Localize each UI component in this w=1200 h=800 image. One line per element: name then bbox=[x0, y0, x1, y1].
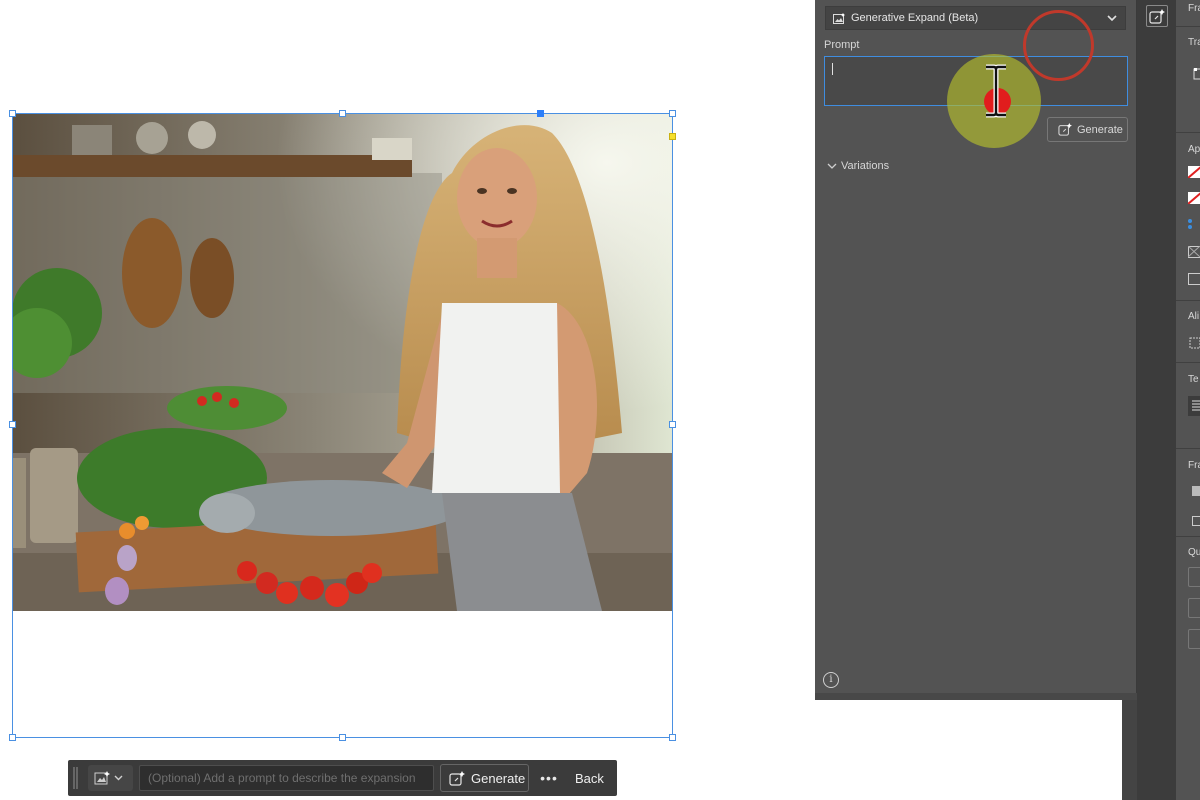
section-quick-actions: Qu bbox=[1188, 547, 1200, 558]
resize-handle-bottom-left[interactable] bbox=[9, 734, 16, 741]
quick-action-button[interactable] bbox=[1188, 567, 1200, 587]
stroke-style-icon[interactable] bbox=[1188, 218, 1200, 230]
resize-handle-bottom[interactable] bbox=[339, 734, 346, 741]
panel-dock-edge bbox=[1122, 700, 1137, 800]
text-caret bbox=[832, 63, 833, 75]
divider bbox=[1176, 132, 1200, 133]
back-button[interactable]: Back bbox=[575, 771, 604, 786]
text-wrap-icon[interactable] bbox=[1188, 396, 1200, 416]
divider bbox=[1176, 448, 1200, 449]
chevron-down-icon bbox=[114, 775, 123, 781]
section-frame: Fra bbox=[1188, 3, 1200, 14]
resize-handle-left[interactable] bbox=[9, 421, 16, 428]
reference-point-icon[interactable] bbox=[1188, 68, 1200, 80]
mode-select-value: Generative Expand (Beta) bbox=[851, 12, 979, 24]
mode-dropdown[interactable] bbox=[88, 765, 133, 791]
generative-expand-icon bbox=[94, 771, 110, 785]
fill-none-icon[interactable] bbox=[1188, 166, 1200, 178]
panel-resize-bar[interactable] bbox=[815, 693, 1137, 700]
generative-expand-icon bbox=[833, 12, 845, 24]
selection-frame[interactable] bbox=[12, 113, 673, 738]
resize-handle-bottom-right[interactable] bbox=[669, 734, 676, 741]
divider bbox=[1176, 300, 1200, 301]
section-transform: Tra bbox=[1188, 37, 1200, 48]
quick-action-button[interactable] bbox=[1188, 629, 1200, 649]
auto-fit-checkbox[interactable] bbox=[1188, 515, 1200, 527]
variations-label: Variations bbox=[841, 160, 890, 172]
corner-effects-handle[interactable] bbox=[669, 133, 676, 140]
align-icon[interactable] bbox=[1188, 337, 1200, 349]
effects-icon[interactable] bbox=[1188, 273, 1200, 285]
resize-handle-top-left[interactable] bbox=[9, 110, 16, 117]
section-frame-fitting: Fra bbox=[1188, 460, 1200, 471]
rotate-handle[interactable] bbox=[537, 110, 544, 117]
section-appearance: Ap bbox=[1188, 144, 1200, 155]
properties-panel: Fra Tra Ap Ali Te Fra Qu bbox=[1176, 0, 1200, 800]
variations-toggle[interactable]: Variations bbox=[827, 160, 889, 172]
divider bbox=[1176, 536, 1200, 537]
context-generate-label: Generate bbox=[471, 770, 526, 786]
opacity-icon[interactable] bbox=[1188, 246, 1200, 258]
resize-handle-top-right[interactable] bbox=[669, 110, 676, 117]
prompt-label: Prompt bbox=[824, 39, 860, 51]
divider bbox=[1176, 26, 1200, 27]
panel-generate-button[interactable]: Generate bbox=[1047, 117, 1128, 142]
click-indicator-ring bbox=[1023, 10, 1094, 81]
more-options-button[interactable]: ••• bbox=[539, 770, 559, 786]
expansion-prompt-input[interactable]: (Optional) Add a prompt to describe the … bbox=[139, 765, 434, 791]
divider bbox=[1176, 362, 1200, 363]
context-generate-button[interactable]: Generate bbox=[440, 764, 529, 792]
panel-generate-label: Generate bbox=[1077, 123, 1123, 136]
stroke-none-icon[interactable] bbox=[1188, 192, 1200, 204]
drag-grip-handle[interactable] bbox=[73, 767, 78, 789]
resize-handle-right[interactable] bbox=[669, 421, 676, 428]
fit-content-icon[interactable] bbox=[1188, 485, 1200, 497]
generative-panel-toggle-button[interactable] bbox=[1146, 5, 1168, 27]
contextual-task-bar: (Optional) Add a prompt to describe the … bbox=[68, 760, 617, 796]
chevron-down-icon bbox=[1107, 15, 1117, 22]
sparkle-generate-icon bbox=[1149, 8, 1165, 24]
panel-icon-strip bbox=[1137, 0, 1176, 800]
quick-action-button[interactable] bbox=[1188, 598, 1200, 618]
section-text-wrap: Te bbox=[1188, 374, 1199, 385]
sparkle-generate-icon bbox=[1058, 123, 1072, 136]
text-cursor-icon bbox=[986, 64, 1006, 118]
resize-handle-top[interactable] bbox=[339, 110, 346, 117]
info-icon[interactable]: i bbox=[823, 672, 839, 688]
section-align: Ali bbox=[1188, 311, 1200, 322]
sparkle-generate-icon bbox=[449, 770, 465, 786]
chevron-down-icon bbox=[827, 163, 837, 169]
